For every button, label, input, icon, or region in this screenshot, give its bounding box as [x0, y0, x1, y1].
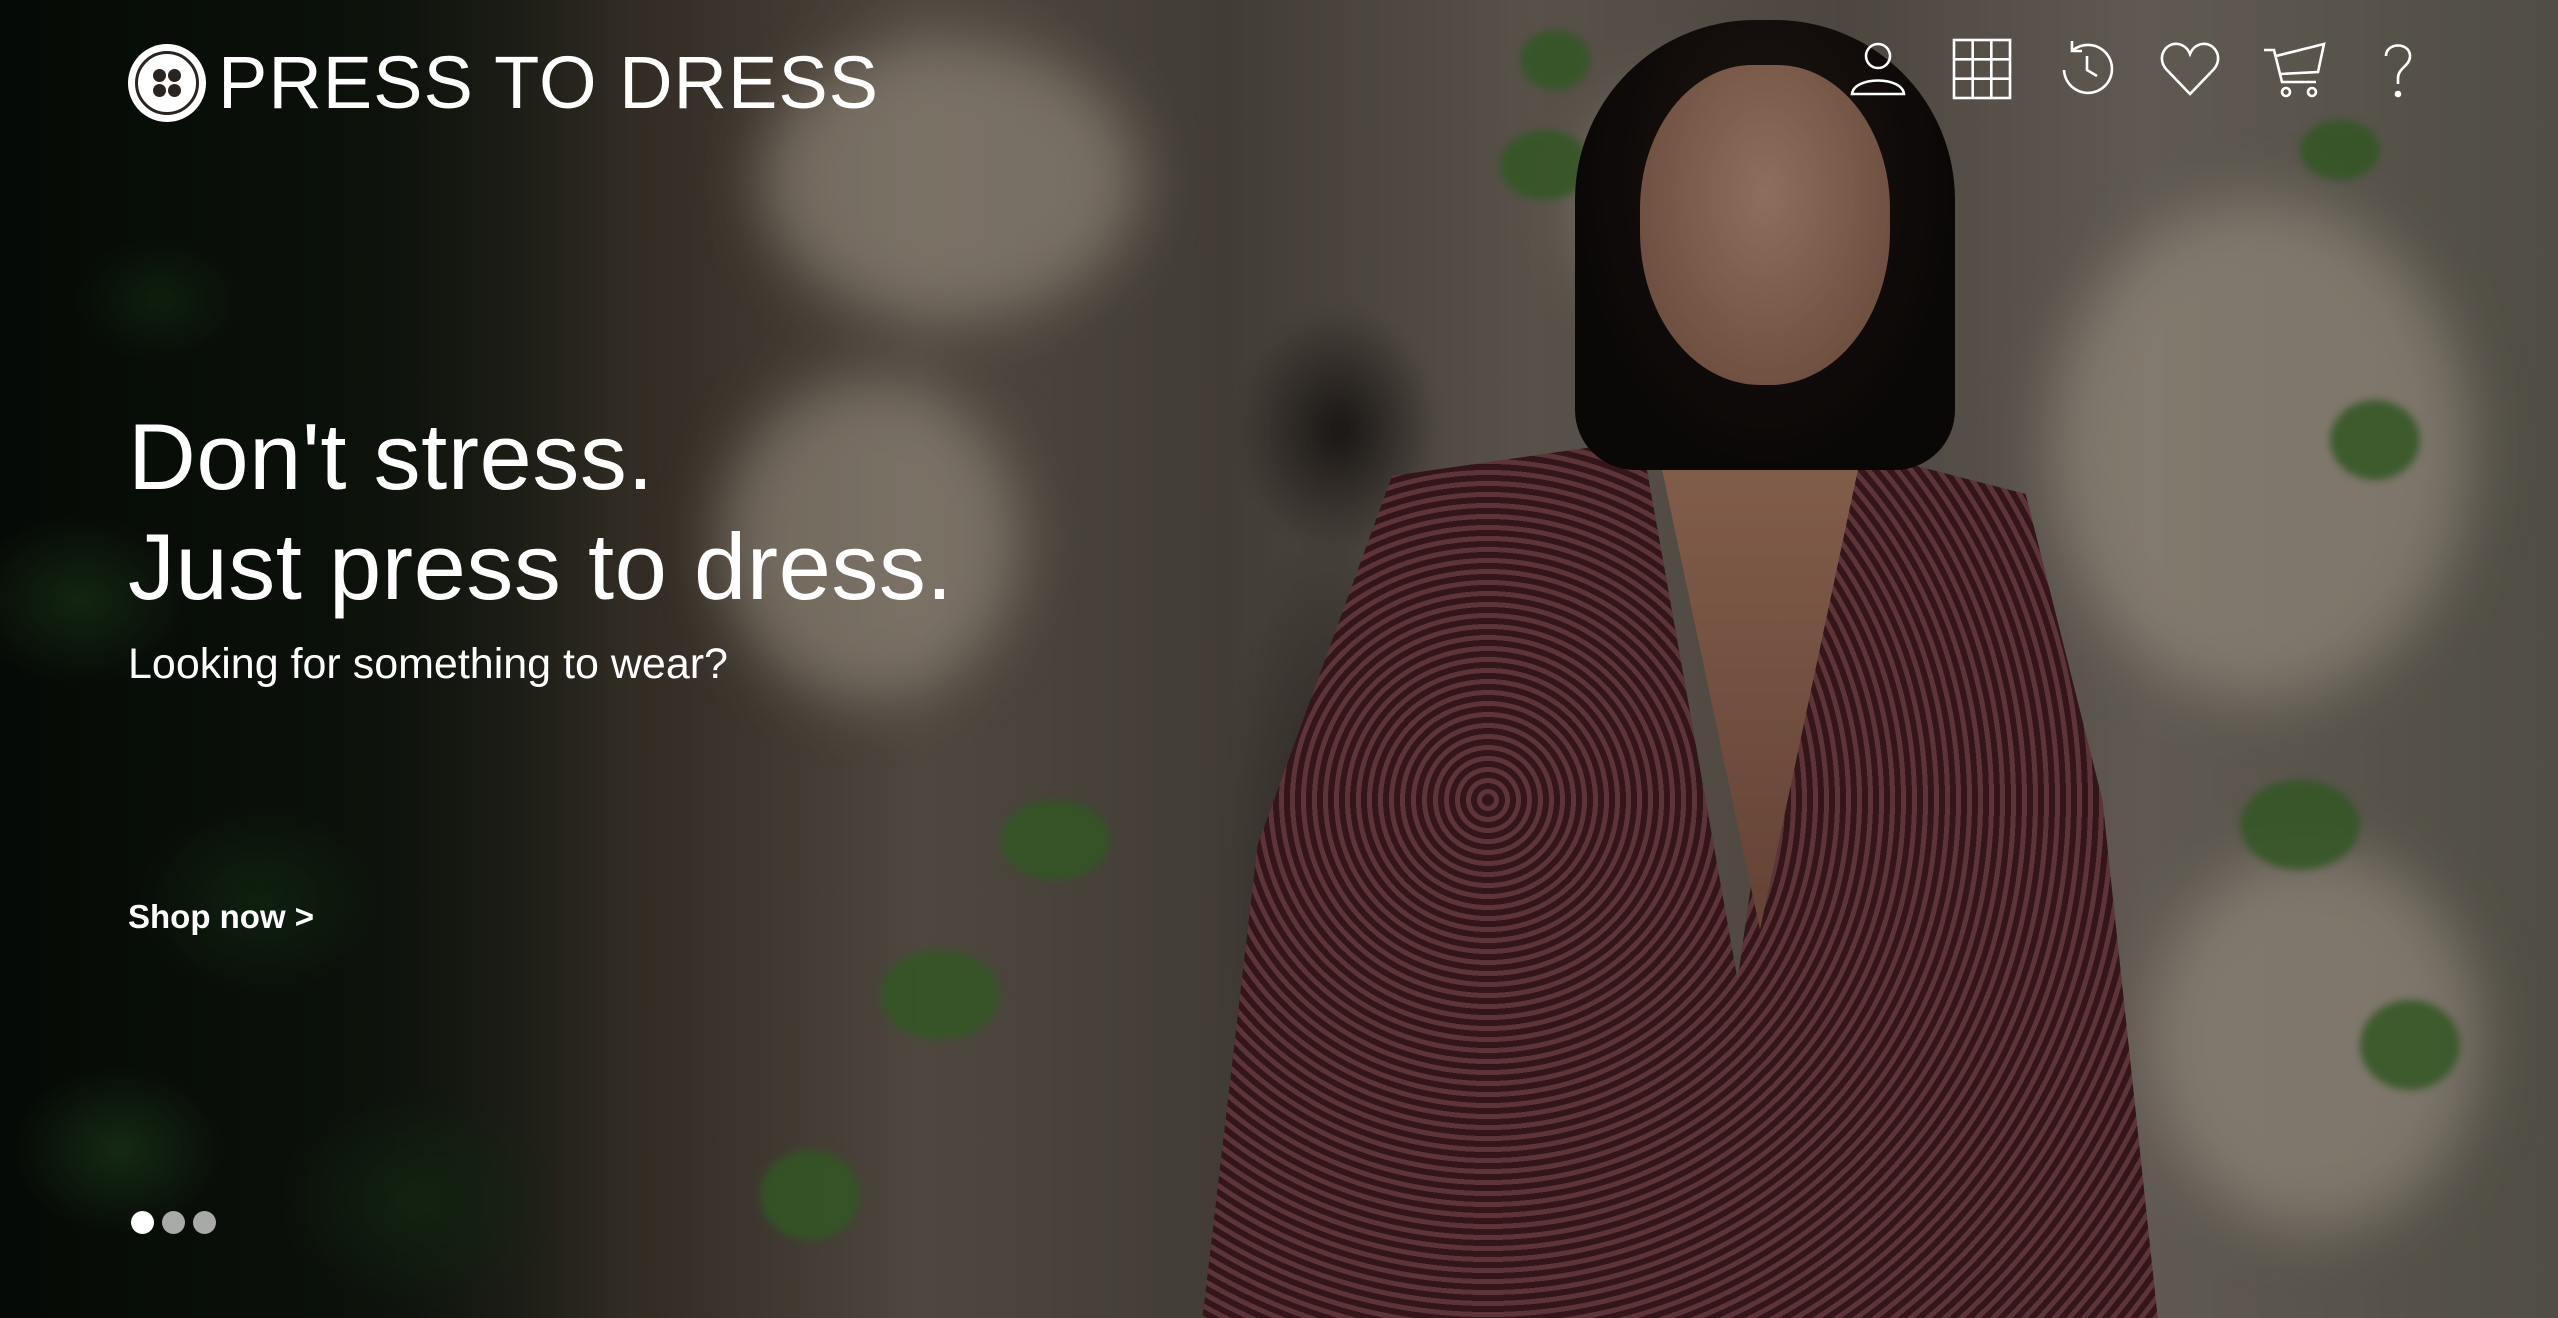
carousel-dots [131, 1211, 216, 1234]
header-nav [1846, 36, 2430, 102]
carousel-dot-2[interactable] [162, 1211, 185, 1234]
carousel-dot-3[interactable] [193, 1211, 216, 1234]
account-icon[interactable] [1846, 36, 1910, 102]
brand-logo[interactable]: PRESS TO DRESS [128, 44, 879, 122]
hero-subheadline: Looking for something to wear? [128, 640, 728, 688]
brand-name: PRESS TO DRESS [218, 41, 880, 124]
history-icon[interactable] [2054, 36, 2118, 102]
cart-icon[interactable] [2262, 36, 2326, 102]
catalog-grid-icon[interactable] [1950, 36, 2014, 102]
wishlist-heart-icon[interactable] [2158, 36, 2222, 102]
carousel-dot-1[interactable] [131, 1211, 154, 1234]
hero-headline: Don't stress. Just press to dress. [128, 402, 953, 622]
headline-line-2: Just press to dress. [128, 514, 953, 619]
button-icon [128, 44, 206, 122]
headline-line-1: Don't stress. [128, 404, 654, 509]
hero-copy: Don't stress. Just press to dress. Looki… [128, 402, 953, 689]
help-icon[interactable] [2366, 36, 2430, 102]
shop-now-link[interactable]: Shop now > [128, 898, 314, 936]
